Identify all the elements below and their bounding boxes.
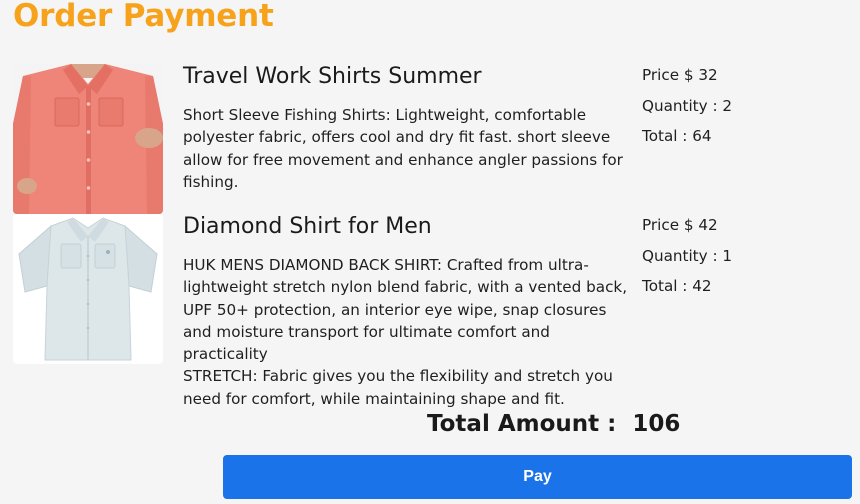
- product-pricing: Price $ 42 Quantity : 1 Total : 42: [642, 210, 732, 302]
- product-description: HUK MENS DIAMOND BACK SHIRT: Crafted fro…: [183, 256, 628, 408]
- pink-shirt-icon: [13, 64, 163, 214]
- product-total: Total : 42: [642, 277, 712, 295]
- page-title: Order Payment: [13, 0, 274, 34]
- product-name: Travel Work Shirts Summer: [183, 64, 482, 89]
- product-image-white-shirt: [13, 214, 163, 364]
- product-name: Diamond Shirt for Men: [183, 214, 432, 239]
- product-total: Total : 64: [642, 127, 712, 145]
- light-blue-shirt-icon: [13, 214, 163, 364]
- product-quantity: Quantity : 2: [642, 96, 733, 115]
- product-image-pink-shirt: [13, 64, 163, 214]
- product-price: Price $ 42: [642, 216, 718, 234]
- order-payment-page: Order Payment Travel Work Shirts Summer …: [0, 0, 860, 504]
- product-quantity: Quantity : 1: [642, 246, 733, 265]
- product-description: Short Sleeve Fishing Shirts: Lightweight…: [183, 106, 623, 191]
- pay-button[interactable]: Pay: [223, 455, 852, 499]
- product-price: Price $ 32: [642, 66, 718, 84]
- product-pricing: Price $ 32 Quantity : 2 Total : 64: [642, 60, 732, 152]
- total-amount: Total Amount : 106: [427, 411, 681, 437]
